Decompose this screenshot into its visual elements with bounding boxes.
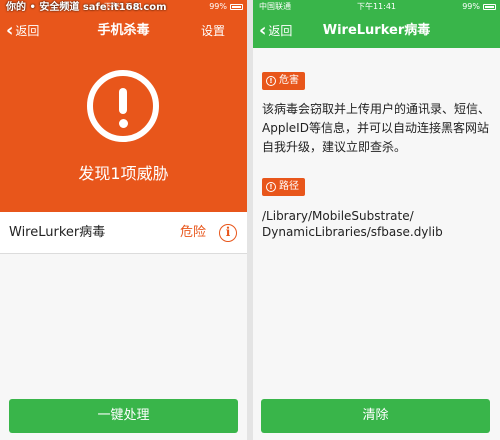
settings-button[interactable]: 设置 [201,14,225,48]
path-tag: ! 路径 [262,178,305,196]
status-battery: 99% [462,2,480,11]
threat-level: 危险 [180,225,207,240]
threat-list-item[interactable]: WireLurker病毒 危险 i [0,212,247,254]
scan-result-screen: 你的 • 安全频道 safe.it168.com 下午11:41 99% ‹ 返… [0,0,247,440]
nav-bar: ‹ 返回 WireLurker病毒 [253,14,500,48]
threat-summary: 发现1项威胁 [78,164,169,183]
virus-description: 该病毒会窃取并上传用户的通讯录、短信、AppleID等信息，并可以自动连接黑客网… [262,102,491,154]
file-path: /Library/MobileSubstrate/ DynamicLibrari… [262,208,494,240]
nav-bar: ‹ 返回 手机杀毒 设置 [0,14,247,48]
path-label: 路径 [279,181,299,192]
status-battery: 99% [209,2,227,11]
watermark: 你的 • 安全频道 safe.it168.com [6,2,167,13]
path-line: /Library/MobileSubstrate/ [262,209,414,223]
clear-button[interactable]: 清除 [261,399,490,433]
battery-icon [230,4,243,10]
harm-label: 危害 [279,75,299,86]
virus-detail-screen: 中国联通 下午11:41 99% ‹ 返回 WireLurker病毒 ! 危害 … [253,0,500,440]
alert-exclamation-icon [87,70,159,142]
harm-tag: ! 危害 [262,72,305,90]
info-icon[interactable]: i [219,224,237,242]
warning-tag-icon: ! [266,76,276,86]
threat-name: WireLurker病毒 [9,225,106,240]
warning-tag-icon: ! [266,182,276,192]
path-line: DynamicLibraries/sfbase.dylib [262,225,443,239]
page-title: WireLurker病毒 [322,23,431,38]
battery-icon [483,4,496,10]
status-bar: 中国联通 下午11:41 99% [253,0,500,14]
one-click-fix-button[interactable]: 一键处理 [9,399,238,433]
